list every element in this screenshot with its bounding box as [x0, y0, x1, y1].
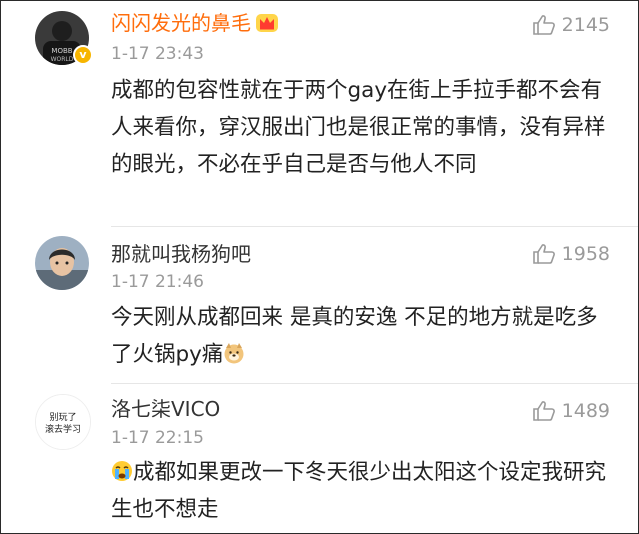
crown-icon	[256, 14, 278, 32]
like-button[interactable]: 2145	[532, 13, 610, 37]
comment-time: 1-17 22:15	[111, 428, 204, 448]
avatar[interactable]	[35, 236, 89, 290]
comment-text-content: 成都如果更改一下冬天很少出太阳这个设定我研究生也不想走	[111, 460, 607, 522]
avatar-image	[35, 236, 89, 290]
like-button[interactable]: 1489	[532, 399, 610, 423]
comment-username[interactable]: 闪闪发光的鼻毛	[111, 11, 279, 35]
avatar[interactable]: 别玩了 滚去学习	[35, 394, 91, 450]
svg-text:MOBB: MOBB	[51, 47, 72, 55]
doge-emoji-icon	[224, 343, 244, 364]
like-count: 1958	[561, 243, 610, 265]
avatar-image: 别玩了 滚去学习	[36, 395, 90, 449]
comment-text: 成都如果更改一下冬天很少出太阳这个设定我研究生也不想走	[111, 454, 616, 528]
verified-badge-icon: v	[73, 45, 93, 65]
like-count: 2145	[561, 14, 610, 36]
comment-list: MOBB WORLD v 闪闪发光的鼻毛 1-17 23:43 2145 成都的…	[0, 0, 639, 534]
comment-time: 1-17 21:46	[111, 272, 204, 292]
thumbs-up-icon	[532, 401, 555, 421]
comment-item: 别玩了 滚去学习 洛七柒VICO 1-17 22:15 1489 成都如果更改一…	[1, 383, 638, 533]
crying-emoji-icon	[112, 461, 132, 481]
svg-text:WORLD: WORLD	[51, 56, 74, 63]
comment-text: 成都的包容性就在于两个gay在街上手拉手都不会有人来看你，穿汉服出门也是很正常的…	[111, 78, 606, 177]
comment-username[interactable]: 那就叫我杨狗吧	[111, 242, 251, 266]
comment-username[interactable]: 洛七柒VICO	[111, 397, 220, 421]
comment-text-content: 今天刚从成都回来 是真的安逸 不足的地方就是吃多了火锅py痛	[111, 305, 598, 367]
avatar-text-line: 别玩了	[49, 412, 76, 423]
like-button[interactable]: 1958	[532, 242, 610, 266]
avatar-text-line: 滚去学习	[45, 423, 81, 435]
thumbs-up-icon	[532, 15, 555, 35]
comment-time: 1-17 23:43	[111, 44, 204, 64]
like-count: 1489	[561, 400, 610, 422]
comment-username-text[interactable]: 闪闪发光的鼻毛	[111, 11, 251, 35]
comment-item: MOBB WORLD v 闪闪发光的鼻毛 1-17 23:43 2145 成都的…	[1, 1, 638, 226]
thumbs-up-icon	[532, 244, 555, 264]
comment-text: 今天刚从成都回来 是真的安逸 不足的地方就是吃多了火锅py痛	[111, 299, 616, 373]
comment-item: 那就叫我杨狗吧 1-17 21:46 1958 今天刚从成都回来 是真的安逸 不…	[1, 226, 638, 383]
